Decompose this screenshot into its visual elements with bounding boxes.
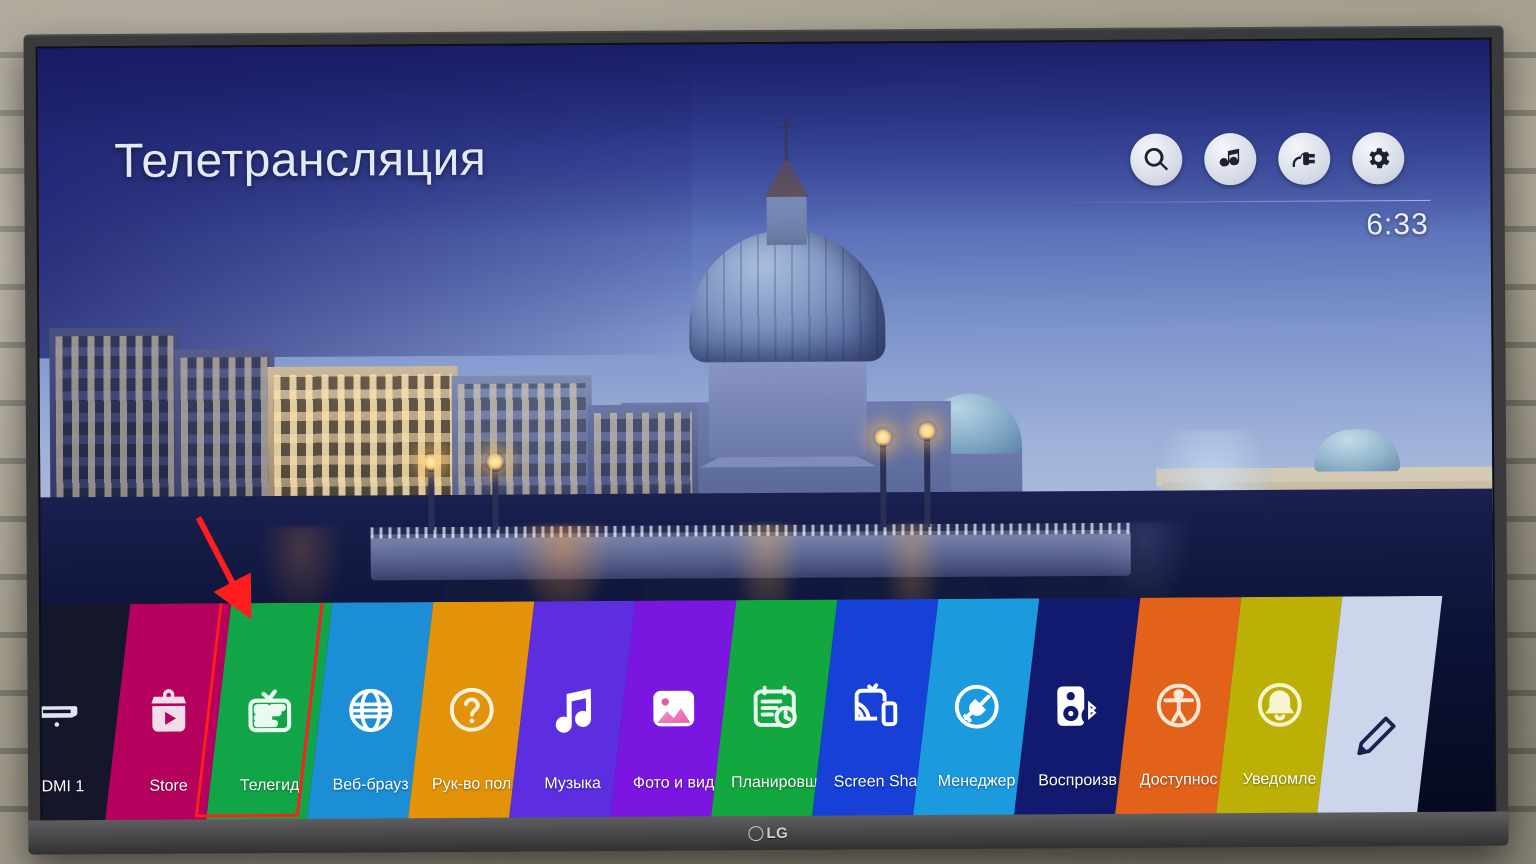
launcher-tile-label: Доступнос — [1139, 771, 1218, 789]
launcher-tile-content: Рук-во пол — [420, 601, 522, 820]
television-set: Телетрансляция 6:33 HDMI 1 Store Телегид Ве… — [23, 25, 1509, 855]
launcher-tile-content: Воспроизв — [1026, 598, 1128, 817]
launcher-tile-label: Воспроизв — [1038, 771, 1118, 790]
launcher-tile-content — [1329, 596, 1430, 815]
launcher-tile-label: Фото и вид — [632, 774, 715, 792]
launcher-tile-label: Планировщ — [731, 773, 819, 792]
input-plug-icon[interactable] — [1278, 132, 1331, 185]
launcher-tile-label: Уведомле — [1242, 770, 1317, 789]
launcher-tile-label: Телегид — [239, 776, 300, 795]
search-icon[interactable] — [1130, 133, 1183, 186]
street-lamp — [492, 465, 499, 530]
street-lamp — [428, 466, 435, 531]
launcher-tile-label: Менеджер — [937, 772, 1016, 790]
launcher-tile-content: Screen Sha — [824, 599, 926, 818]
launcher-tile-label: Музыка — [544, 775, 601, 793]
cathedral-drum — [708, 352, 868, 458]
lg-logo: LG — [748, 824, 789, 842]
music-note-icon[interactable] — [1204, 133, 1257, 186]
street-lamp — [880, 441, 887, 528]
launcher-tile-content: Доступнос — [1127, 597, 1229, 816]
launcher-tile-label: Рук-во пол — [431, 775, 512, 794]
launcher-tile-content: HDMI 1 — [41, 604, 118, 822]
launcher-tiles: HDMI 1 Store Телегид Веб-брауз Рук-во пол Муз… — [40, 595, 1494, 823]
page-title: Телетрансляция — [114, 132, 487, 188]
header-icon-bar — [1130, 132, 1405, 186]
launcher-bar[interactable]: HDMI 1 Store Телегид Веб-брауз Рук-во пол Муз… — [40, 595, 1494, 823]
launcher-tile-content: Телегид — [218, 603, 320, 822]
launcher-tile-content: Планировщ — [723, 600, 825, 819]
tv-screen: Телетрансляция 6:33 HDMI 1 Store Телегид Ве… — [37, 39, 1495, 823]
launcher-tile-content: Менеджер — [925, 598, 1027, 817]
launcher-tile-label: Веб-брауз — [332, 776, 409, 794]
launcher-tile-content: Музыка — [521, 601, 623, 820]
street-lamp — [923, 435, 931, 528]
lg-wordmark: LG — [766, 824, 789, 842]
launcher-tile-content: Фото и вид — [622, 600, 724, 819]
launcher-tile-label: Screen Sha — [833, 773, 918, 791]
launcher-tile-content: Store — [117, 603, 219, 822]
launcher-tile-content: Уведомле — [1228, 597, 1330, 816]
launcher-tile-content: Веб-брауз — [319, 602, 421, 821]
launcher-tile-edit[interactable] — [1316, 595, 1443, 815]
launcher-tile-label: Store — [149, 777, 188, 795]
clock: 6:33 — [1366, 207, 1429, 242]
lg-mark — [748, 825, 764, 841]
launcher-tile-label: HDMI 1 — [40, 778, 85, 796]
gear-icon[interactable] — [1352, 132, 1405, 185]
